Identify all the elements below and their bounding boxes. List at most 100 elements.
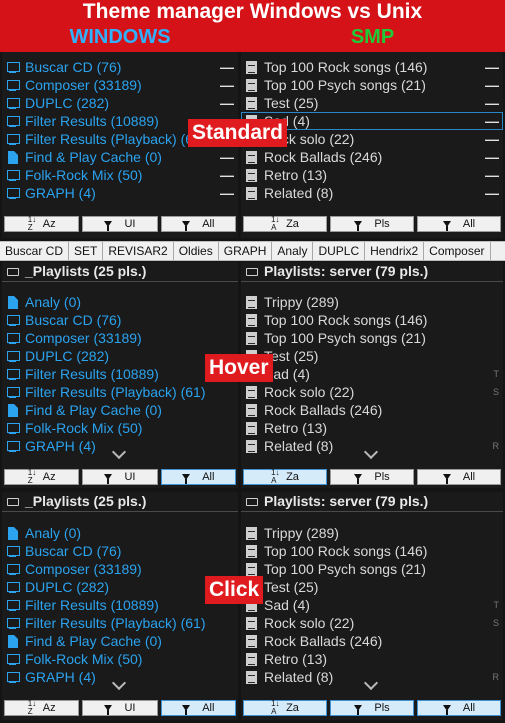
list-item[interactable]: Find & Play Cache (0) [2,401,238,419]
list-item[interactable]: Top 100 Psych songs (21) [241,560,503,578]
playlist-icon [245,653,259,666]
list-item[interactable]: Test (25) — [241,94,503,112]
list-item[interactable]: Folk-Rock Mix (50) [2,419,238,437]
sort-icon: 1↓ Z [27,468,37,485]
list-item-label: DUPLC (282) [25,95,110,111]
list-item[interactable]: Filter Results (Playback) (61) [2,383,238,401]
list-item[interactable]: Folk-Rock Mix (50) [2,650,238,668]
remove-icon[interactable]: — [220,148,234,166]
index-letter: S [492,618,499,628]
filter-all-button[interactable]: All [417,469,501,485]
list-item-label: Filter Results (10889) [25,113,159,129]
monitor-icon [6,581,20,594]
list-item[interactable]: Test (25) [241,347,503,365]
remove-icon[interactable]: — [485,166,499,184]
list-item[interactable]: Folk-Rock Mix (50) — [2,166,238,184]
remove-icon[interactable]: — [485,76,499,94]
list-item[interactable]: Analy (0) [2,293,238,311]
remove-icon[interactable]: — [220,166,234,184]
list-item[interactable]: GRAPH (4) — [2,184,238,202]
tab-analy[interactable]: Analy [272,242,314,260]
left-button-bar: 1↓ Z Az UI All [2,467,238,487]
list-item[interactable]: Rock Ballads (246) [241,632,503,650]
list-item[interactable]: Composer (33189) [2,329,238,347]
list-item[interactable]: Find & Play Cache (0) — [2,148,238,166]
remove-icon[interactable]: — [220,58,234,76]
filter-pls-button[interactable]: Pls [330,216,414,232]
list-item[interactable]: Composer (33189) [2,560,238,578]
list-item[interactable]: Retro (13) [241,650,503,668]
list-item[interactable]: Top 100 Rock songs (146) — [241,58,503,76]
list-item[interactable]: Rock Ballads (246) [241,401,503,419]
tab-hendrix2[interactable]: Hendrix2 [365,242,425,260]
list-item[interactable]: DUPLC (282) [2,347,238,365]
remove-icon[interactable]: — [485,184,499,202]
right-playlist-list: Trippy (289) Top 100 Rock songs (146) Top … [241,524,503,686]
tab-graph[interactable]: GRAPH [219,242,273,260]
tab-oldies[interactable]: Oldies [174,242,219,260]
filter-all-button[interactable]: All [160,700,236,716]
list-item[interactable]: Analy (0) [2,524,238,542]
list-item[interactable]: Top 100 Psych songs (21) — [241,76,503,94]
filter-ui-button[interactable]: UI [82,216,158,232]
filter-all-button[interactable]: All [417,700,501,716]
list-item[interactable]: Test (25) [241,578,503,596]
tab-revisar2[interactable]: REVISAR2 [103,242,174,260]
list-item[interactable]: Buscar CD (76) [2,311,238,329]
list-item[interactable]: Sad (4) T [241,596,503,614]
tab-buscar-cd[interactable]: Buscar CD [0,242,70,260]
remove-icon[interactable]: — [485,130,499,148]
tab-composer[interactable]: Composer [424,242,491,260]
remove-icon[interactable]: — [485,58,499,76]
list-item[interactable]: Filter Results (10889) [2,596,238,614]
list-item[interactable]: Trippy (289) [241,293,503,311]
remove-icon[interactable]: — [220,76,234,94]
list-item[interactable]: Top 100 Psych songs (21) [241,329,503,347]
sort-az-button[interactable]: 1↓ Z Az [4,468,80,485]
list-item-label: Sad (4) [264,597,310,613]
list-item[interactable]: Top 100 Rock songs (146) [241,311,503,329]
list-item-label: Test (25) [264,95,319,111]
list-item[interactable]: Sad (4) T [241,365,503,383]
filter-ui-button[interactable]: UI [82,700,158,716]
list-item[interactable]: Buscar CD (76) [2,542,238,560]
remove-icon[interactable]: — [220,184,234,202]
list-item[interactable]: Composer (33189) — [2,76,238,94]
list-item[interactable]: Retro (13) [241,419,503,437]
list-item[interactable]: DUPLC (282) [2,578,238,596]
banner-smp-label: SMP [350,26,395,48]
filter-pls-button[interactable]: Pls [330,469,414,485]
remove-icon[interactable]: — [485,94,499,112]
sort-az-button[interactable]: 1↓ Z Az [4,700,80,716]
filter-icon [354,705,363,715]
list-item[interactable]: DUPLC (282) — [2,94,238,112]
sort-za-button[interactable]: 1↓ A Za [243,700,327,716]
list-item[interactable]: Rock solo (22) S [241,614,503,632]
sort-za-button[interactable]: 1↓ A Za [243,216,327,232]
right-button-bar: 1↓ A Za Pls All [241,214,503,234]
list-item[interactable]: Buscar CD (76) — [2,58,238,76]
filter-all-button[interactable]: All [160,216,236,232]
filter-pls-button[interactable]: Pls [330,700,414,716]
sort-az-button[interactable]: 1↓ Z Az [4,216,80,232]
list-item-label: Filter Results (10889) [25,597,159,613]
filter-all-button[interactable]: All [160,469,236,485]
filter-ui-button[interactable]: UI [82,469,158,485]
remove-icon[interactable]: — [485,112,499,130]
list-item[interactable]: Top 100 Rock songs (146) [241,542,503,560]
list-item[interactable]: Find & Play Cache (0) [2,632,238,650]
tab-set[interactable]: SET [69,242,104,260]
list-item[interactable]: Related (8) — [241,184,503,202]
list-item[interactable]: Filter Results (10889) [2,365,238,383]
remove-icon[interactable]: — [220,94,234,112]
list-item[interactable]: Retro (13) — [241,166,503,184]
filter-all-button[interactable]: All [417,216,501,232]
remove-icon[interactable]: — [485,148,499,166]
tab-duplc[interactable]: DUPLC [313,242,366,260]
list-item[interactable]: Trippy (289) [241,524,503,542]
list-item[interactable]: Filter Results (Playback) (61) [2,614,238,632]
playlist-icon [245,527,259,540]
sort-za-button[interactable]: 1↓ A Za [243,469,327,485]
list-item[interactable]: Rock solo (22) S [241,383,503,401]
list-item[interactable]: Rock Ballads (246) — [241,148,503,166]
